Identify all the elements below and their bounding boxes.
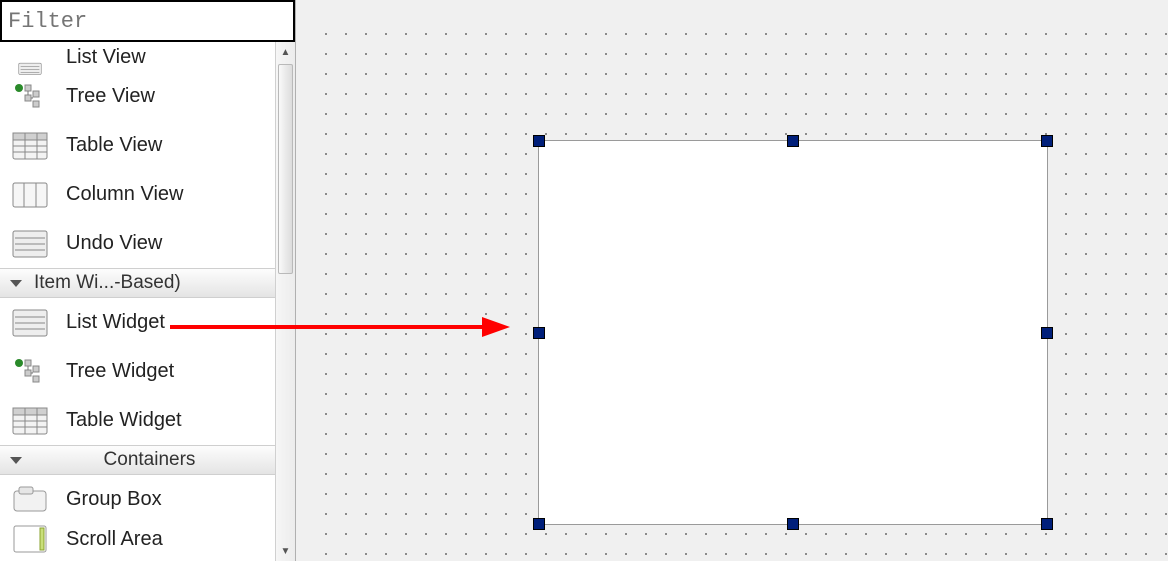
scroll-down-icon[interactable]: ▼	[276, 541, 295, 561]
table-widget-icon	[10, 403, 50, 439]
undo-view-icon	[10, 226, 50, 262]
item-label: List View	[66, 46, 146, 69]
form-canvas[interactable]	[296, 0, 1168, 561]
scroll-area-icon	[10, 524, 50, 554]
filter-input[interactable]	[2, 2, 293, 40]
item-group-box[interactable]: Group Box	[0, 475, 275, 524]
widget-box-sidebar: List View Tree Vie	[0, 0, 296, 561]
resize-handle-nw[interactable]	[533, 135, 545, 147]
resize-handle-ne[interactable]	[1041, 135, 1053, 147]
item-label: Column View	[66, 183, 183, 206]
group-label: Item Wi...-Based)	[34, 272, 181, 294]
group-containers[interactable]: Containers	[0, 445, 275, 475]
item-table-widget[interactable]: Table Widget	[0, 396, 275, 445]
scroll-thumb[interactable]	[278, 64, 293, 274]
item-label: Undo View	[66, 232, 162, 255]
list-view-icon	[10, 42, 50, 75]
item-column-view[interactable]: Column View	[0, 170, 275, 219]
widget-tree-body: List View Tree Vie	[0, 42, 275, 561]
item-tree-widget[interactable]: Tree Widget	[0, 347, 275, 396]
resize-handle-w[interactable]	[533, 327, 545, 339]
item-list-widget[interactable]: List Widget	[0, 298, 275, 347]
filter-wrap	[0, 0, 295, 42]
group-box-icon	[10, 482, 50, 518]
group-label: Containers	[34, 449, 265, 471]
selected-list-widget[interactable]	[538, 140, 1048, 525]
item-label: Scroll Area	[66, 528, 163, 551]
tree-view-icon	[10, 79, 50, 115]
item-label: Tree Widget	[66, 360, 174, 383]
resize-handle-sw[interactable]	[533, 518, 545, 530]
resize-handle-s[interactable]	[787, 518, 799, 530]
resize-handle-se[interactable]	[1041, 518, 1053, 530]
tree-widget-icon	[10, 354, 50, 390]
item-label: Group Box	[66, 488, 162, 511]
scrollbar[interactable]: ▲ ▼	[275, 42, 295, 561]
list-widget-icon	[10, 305, 50, 341]
item-undo-view[interactable]: Undo View	[0, 219, 275, 268]
item-table-view[interactable]: Table View	[0, 121, 275, 170]
scroll-up-icon[interactable]: ▲	[276, 42, 295, 62]
item-label: Table View	[66, 134, 162, 157]
widget-tree: List View Tree Vie	[0, 42, 295, 561]
item-list-view[interactable]: List View	[0, 42, 275, 72]
table-view-icon	[10, 128, 50, 164]
chevron-down-icon	[10, 457, 22, 464]
column-view-icon	[10, 177, 50, 213]
item-label: Tree View	[66, 85, 155, 108]
item-tree-view[interactable]: Tree View	[0, 72, 275, 121]
item-label: List Widget	[66, 311, 165, 334]
chevron-down-icon	[10, 280, 22, 287]
item-label: Table Widget	[66, 409, 182, 432]
item-scroll-area[interactable]: Scroll Area	[0, 524, 275, 554]
resize-handle-e[interactable]	[1041, 327, 1053, 339]
group-item-widgets[interactable]: Item Wi...-Based)	[0, 268, 275, 298]
resize-handle-n[interactable]	[787, 135, 799, 147]
